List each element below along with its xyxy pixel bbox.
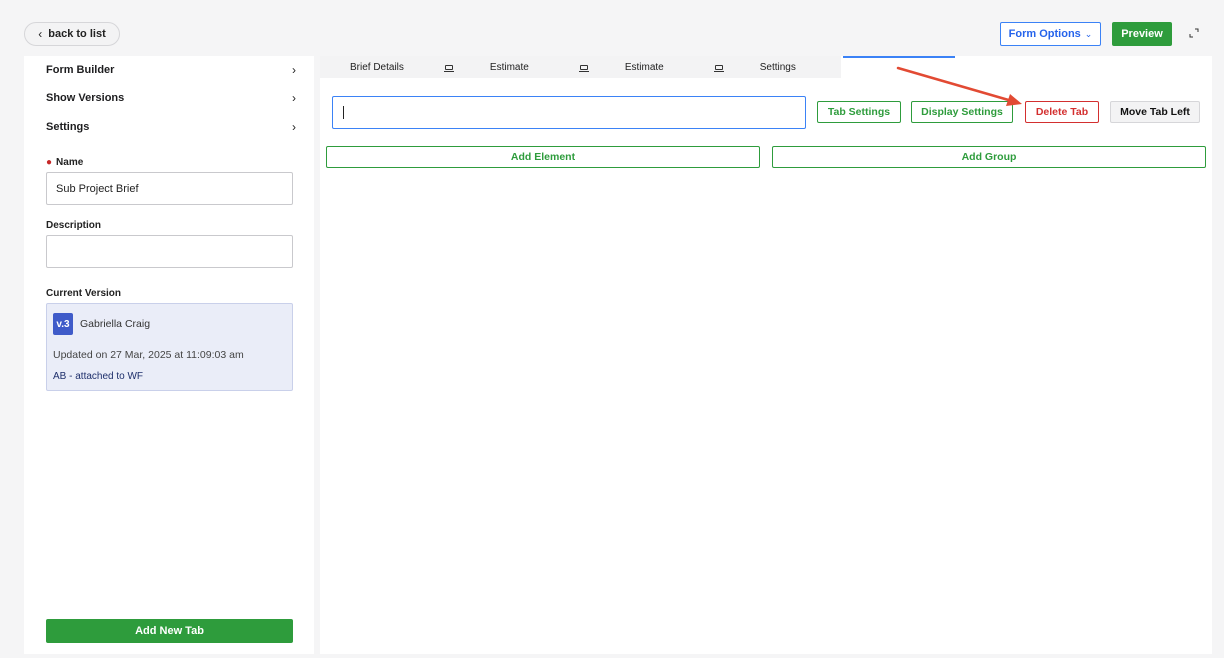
tab-estimate-1[interactable]: Estimate bbox=[490, 56, 529, 78]
monitor-icon[interactable] bbox=[712, 56, 726, 78]
tab-estimate-2[interactable]: Estimate bbox=[625, 56, 664, 78]
chevron-right-icon: › bbox=[292, 91, 296, 105]
tab-settings-button[interactable]: Tab Settings bbox=[817, 101, 901, 123]
current-version-label: Current Version bbox=[46, 288, 122, 299]
tab-bar: Brief Details Estimate Estimate Settings bbox=[320, 56, 841, 78]
sidebar-item-show-versions[interactable]: Show Versions › bbox=[46, 88, 296, 108]
sidebar-item-label: Show Versions bbox=[46, 92, 125, 104]
current-version-card: v.3 Gabriella Craig Updated on 27 Mar, 2… bbox=[46, 303, 293, 391]
add-group-button[interactable]: Add Group bbox=[772, 146, 1206, 168]
tab-brief-details[interactable]: Brief Details bbox=[350, 56, 404, 78]
add-new-tab-button[interactable]: Add New Tab bbox=[46, 619, 293, 643]
monitor-icon[interactable] bbox=[442, 56, 456, 78]
chevron-right-icon: › bbox=[292, 120, 296, 134]
form-options-label: Form Options bbox=[1008, 28, 1081, 40]
chevron-right-icon: › bbox=[292, 63, 296, 77]
version-badge: v.3 bbox=[53, 313, 73, 335]
main-panel: Brief Details Estimate Estimate Settings… bbox=[320, 56, 1212, 654]
description-label: Description bbox=[46, 220, 102, 231]
chevron-left-icon: ‹ bbox=[38, 27, 43, 41]
back-to-list-label: back to list bbox=[48, 28, 106, 40]
active-tab-indicator bbox=[843, 56, 955, 58]
sidebar: Form Builder › Show Versions › Settings … bbox=[24, 56, 314, 654]
monitor-icon[interactable] bbox=[577, 56, 591, 78]
preview-button[interactable]: Preview bbox=[1112, 22, 1172, 46]
version-updated: Updated on 27 Mar, 2025 at 11:09:03 am bbox=[53, 349, 244, 361]
display-settings-button[interactable]: Display Settings bbox=[911, 101, 1013, 123]
back-to-list-button[interactable]: ‹ back to list bbox=[24, 22, 120, 46]
sidebar-item-form-builder[interactable]: Form Builder › bbox=[46, 60, 296, 80]
name-field[interactable]: Sub Project Brief bbox=[46, 172, 293, 205]
tab-settings[interactable]: Settings bbox=[760, 56, 796, 78]
sidebar-item-settings[interactable]: Settings › bbox=[46, 117, 296, 137]
name-label-text: Name bbox=[56, 157, 84, 168]
expand-icon[interactable] bbox=[1186, 25, 1202, 41]
sidebar-item-label: Settings bbox=[46, 121, 90, 133]
form-options-dropdown[interactable]: Form Options ⌄ bbox=[1000, 22, 1101, 46]
name-label: ● Name bbox=[46, 157, 83, 168]
tab-name-input[interactable] bbox=[332, 96, 806, 129]
move-tab-left-button[interactable]: Move Tab Left bbox=[1110, 101, 1200, 123]
version-author: Gabriella Craig bbox=[80, 318, 151, 330]
text-caret bbox=[343, 106, 344, 119]
sidebar-item-label: Form Builder bbox=[46, 64, 115, 76]
add-element-button[interactable]: Add Element bbox=[326, 146, 760, 168]
delete-tab-button[interactable]: Delete Tab bbox=[1025, 101, 1099, 123]
description-field[interactable] bbox=[46, 235, 293, 268]
required-dot-icon: ● bbox=[46, 157, 53, 168]
chevron-down-icon: ⌄ bbox=[1084, 28, 1093, 39]
version-note: AB - attached to WF bbox=[53, 371, 144, 382]
